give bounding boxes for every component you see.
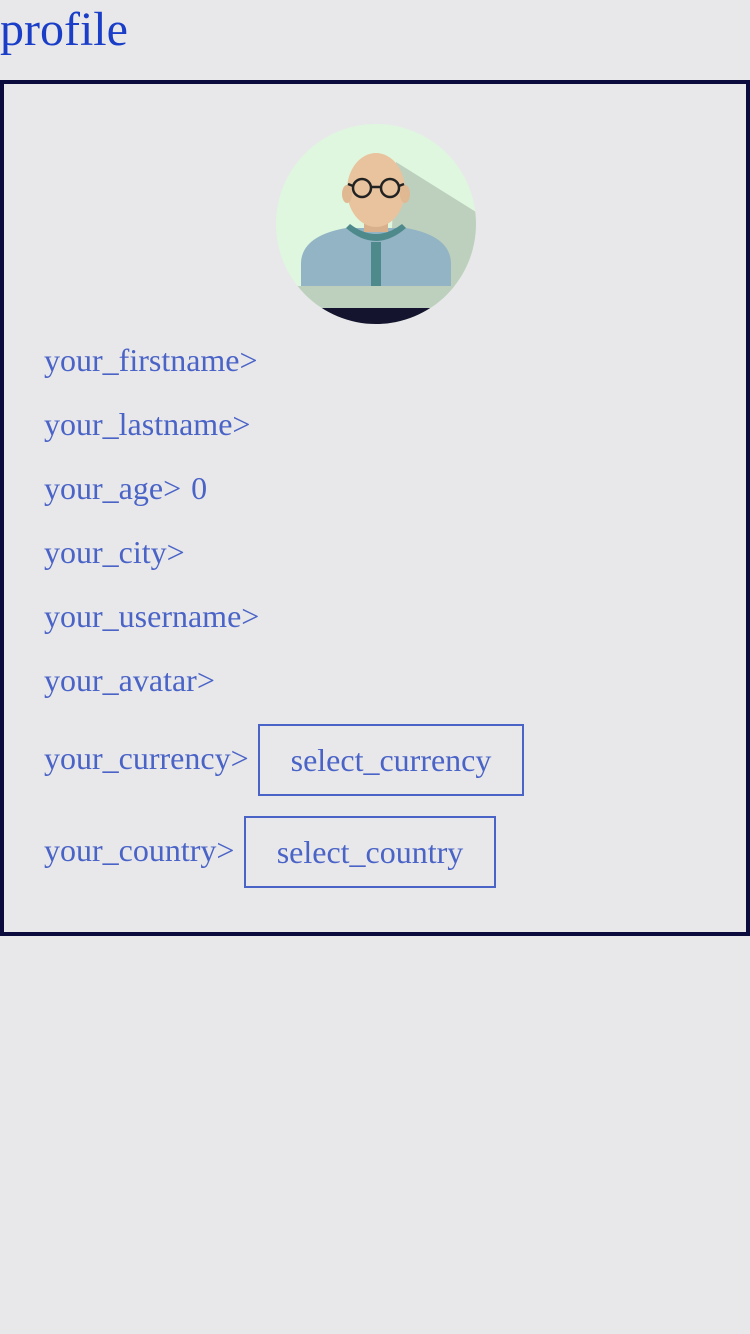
country-row: your_country> [44,830,234,870]
age-value: 0 [191,470,208,506]
firstname-label: your_firstname> [44,342,258,378]
avatar-row: your_avatar> [44,660,215,700]
lastname-label: your_lastname> [44,406,251,442]
profile-card: your_firstname> your_lastname> your_age>… [0,80,750,936]
username-row: your_username> [44,596,259,636]
currency-label: your_currency> [44,740,249,776]
lastname-row: your_lastname> [44,404,250,444]
firstname-row: your_firstname> [44,340,258,380]
city-row: your_city> [44,532,185,572]
page-title: profile [0,3,128,56]
select-country-button[interactable]: select_country [244,816,496,888]
city-label: your_city> [44,534,185,570]
age-label: your_age> [44,470,182,506]
country-label: your_country> [44,832,235,868]
select-currency-button[interactable]: select_currency [258,724,524,796]
avatar-label: your_avatar> [44,662,215,698]
currency-row: your_currency> [44,738,249,778]
age-row: your_age> 0 [44,468,207,508]
username-label: your_username> [44,598,260,634]
user-avatar-icon [276,124,476,324]
